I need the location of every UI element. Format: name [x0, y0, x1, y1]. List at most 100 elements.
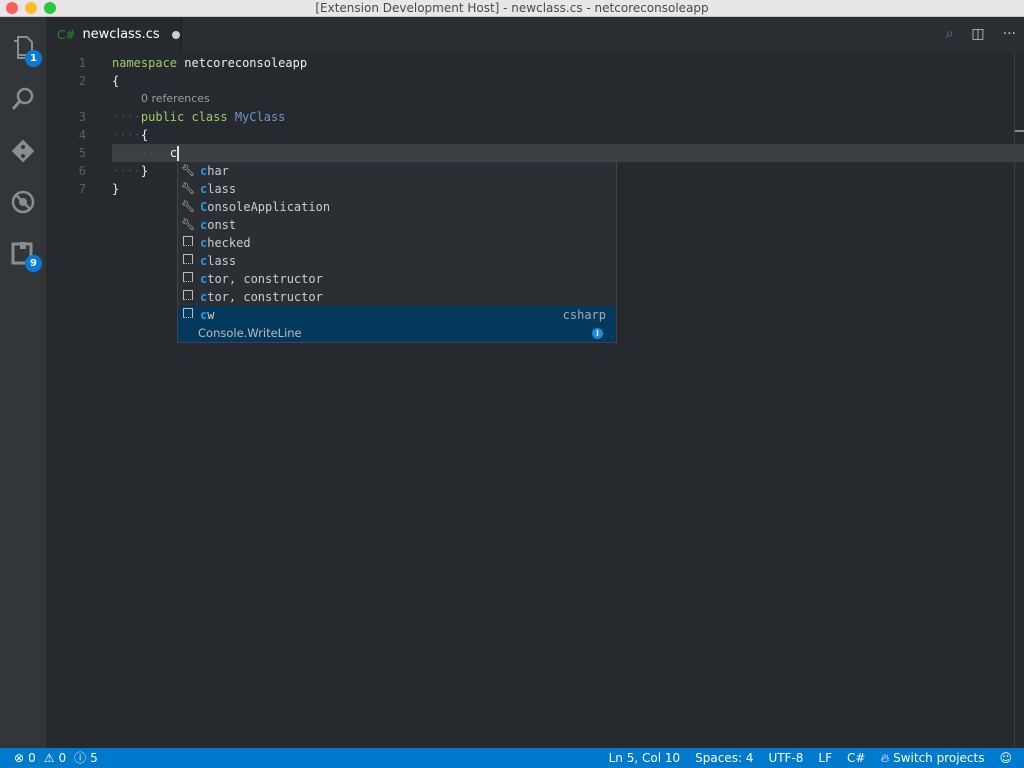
suggestion-item[interactable]: ctor, constructor — [178, 270, 616, 288]
extensions-icon[interactable]: 9 — [8, 238, 42, 272]
encoding[interactable]: UTF-8 — [768, 748, 803, 768]
warning-icon: ⚠ — [43, 751, 55, 765]
suggestion-item[interactable]: 🔧︎ class — [178, 180, 616, 198]
cursor-position[interactable]: Ln 5, Col 10 — [609, 748, 681, 768]
label-rest: hecked — [207, 236, 251, 250]
label-rest: onsoleApplication — [207, 200, 331, 214]
explorer-badge: 1 — [25, 50, 42, 67]
line-code: ····{ — [112, 126, 148, 144]
snippet-icon — [181, 288, 195, 306]
suggestion-item[interactable]: cw csharp — [178, 306, 616, 324]
code-editor[interactable]: 1 namespace netcoreconsoleapp 2{3 ····publi… — [46, 52, 1024, 748]
snippet-icon — [181, 252, 195, 270]
code-token: namespace — [112, 56, 178, 70]
line-number: 1 — [78, 56, 86, 70]
window-title: [Extension Development Host] - newclass.… — [315, 1, 709, 15]
debug-icon[interactable] — [8, 187, 38, 217]
wrench-icon: 🔧︎ — [181, 164, 195, 177]
problems-indicator[interactable]: ⊗ 0 ⚠ 0 ⓘ 5 — [14, 748, 98, 768]
source-control-icon[interactable] — [8, 136, 38, 166]
code-token: MyClass — [234, 110, 286, 124]
label-rest: har — [207, 164, 229, 178]
search-icon[interactable] — [8, 84, 38, 114]
label-rest: tor, constructor — [207, 272, 323, 286]
text-cursor — [177, 145, 180, 162]
snippet-icon — [181, 306, 195, 324]
line-number: 2 — [78, 74, 86, 88]
suggestion-label: checked — [200, 234, 251, 252]
suggestion-item[interactable]: class — [178, 252, 616, 270]
label-rest: onst — [207, 218, 237, 232]
line-code: ········c — [112, 144, 180, 162]
label-rest: tor, constructor — [207, 290, 323, 304]
line-number: 3 — [78, 110, 86, 124]
language-mode[interactable]: C# — [847, 748, 865, 768]
snippet-icon — [181, 270, 195, 288]
wrench-icon: 🔧︎ — [181, 182, 195, 195]
suggestion-item[interactable]: 🔧︎ char — [178, 162, 616, 180]
suggestion-item[interactable]: 🔧︎ const — [178, 216, 616, 234]
code-token: c — [169, 146, 178, 160]
switch-projects-button[interactable]: 🔥︎ Switch projects — [880, 748, 984, 768]
open-preview-icon[interactable]: ⌕ — [946, 26, 954, 42]
suggestion-label: char — [200, 162, 229, 180]
maximize-window-button[interactable] — [44, 2, 56, 14]
code-token: { — [140, 128, 149, 142]
feedback-smiley-icon[interactable]: ☺ — [999, 748, 1012, 768]
suggestion-label: ConsoleApplication — [200, 198, 330, 216]
code-token: } — [112, 182, 120, 196]
suggestion-detail: csharp — [562, 308, 606, 322]
switch-projects-label: Switch projects — [893, 751, 985, 765]
extensions-badge: 9 — [25, 255, 42, 272]
explorer-icon[interactable]: 1 — [8, 33, 42, 67]
code-line[interactable]: 2{ — [46, 72, 1016, 90]
status-bar: ⊗ 0 ⚠ 0 ⓘ 5 Ln 5, Col 10 Spaces: 4 UTF-8 LF… — [0, 748, 1024, 768]
code-line[interactable]: 5 ········c — [79, 144, 1024, 162]
wrench-icon: 🔧︎ — [181, 218, 195, 231]
line-number: 7 — [78, 182, 86, 196]
whitespace-marker: ········ — [112, 146, 170, 160]
snippet-icon — [181, 234, 195, 252]
code-token: public class — [140, 110, 235, 124]
code-line[interactable]: 1 namespace netcoreconsoleapp — [46, 54, 1016, 72]
info-icon[interactable]: i — [592, 328, 603, 339]
wrench-icon: 🔧︎ — [181, 200, 195, 213]
split-editor-icon[interactable]: ◫ — [971, 26, 984, 42]
code-token: netcoreconsoleapp — [184, 56, 308, 70]
whitespace-marker: ···· — [112, 128, 141, 142]
minimize-window-button[interactable] — [25, 2, 37, 14]
tab-bar: C# newclass.cs ⌕ ◫ ··· — [46, 17, 1024, 52]
line-number: 4 — [78, 128, 86, 142]
indentation[interactable]: Spaces: 4 — [695, 748, 753, 768]
unsaved-dot-icon[interactable] — [171, 30, 180, 39]
line-code: ····} — [112, 162, 148, 180]
suggestion-item[interactable]: 🔧︎ ConsoleApplication — [178, 198, 616, 216]
suggestion-label: const — [200, 216, 236, 234]
label-rest: lass — [207, 182, 237, 196]
label-rest: w — [207, 308, 215, 322]
code-line[interactable]: 3 ····public class MyClass — [46, 108, 1016, 126]
suggestion-item[interactable]: checked — [178, 234, 616, 252]
docs-text: Console.WriteLine — [198, 326, 302, 340]
line-number: 6 — [78, 164, 86, 178]
end-of-line[interactable]: LF — [818, 748, 832, 768]
whitespace-marker: ···· — [112, 164, 141, 178]
close-window-button[interactable] — [6, 2, 18, 14]
code-token: { — [112, 74, 120, 88]
suggestion-label: cw — [200, 306, 214, 324]
more-actions-icon[interactable]: ··· — [1003, 26, 1016, 42]
code-token: } — [140, 164, 149, 178]
line-number: 5 — [78, 146, 86, 160]
info-count: 5 — [90, 751, 98, 765]
warning-count: 0 — [58, 751, 67, 765]
error-icon: ⊗ — [14, 751, 25, 765]
suggestion-label: class — [200, 252, 236, 270]
tab-label: newclass.cs — [82, 27, 160, 42]
suggestion-label: ctor, constructor — [200, 270, 323, 288]
line-code: namespace netcoreconsoleapp — [112, 54, 307, 72]
code-line[interactable]: 4 ····{ — [46, 126, 1016, 144]
tab-newclass[interactable]: C# newclass.cs — [46, 17, 182, 52]
suggestion-item[interactable]: ctor, constructor — [178, 288, 616, 306]
suggestion-label: class — [200, 180, 236, 198]
codelens-references[interactable]: 0 references — [141, 90, 1024, 108]
